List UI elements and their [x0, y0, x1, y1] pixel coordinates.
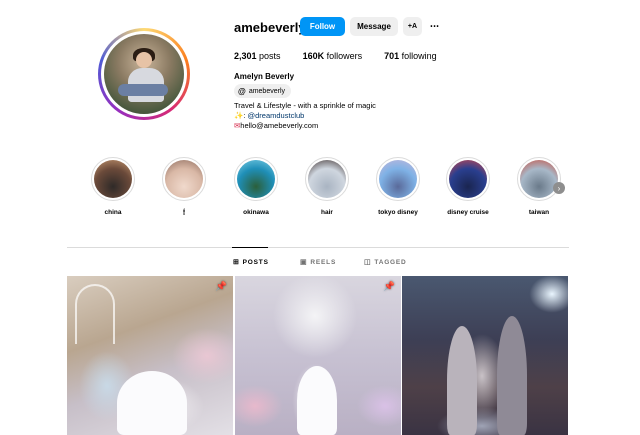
post-figure [447, 326, 477, 435]
highlight-image [237, 160, 275, 198]
posts-label: posts [259, 51, 281, 61]
highlight-item[interactable]: tokyo disney [368, 157, 428, 216]
avatar-figure-legs [118, 84, 168, 96]
highlight-cover [162, 157, 206, 201]
highlight-item[interactable]: 🕯 [154, 157, 214, 217]
profile-avatar[interactable] [98, 28, 190, 120]
sparkle-icon: ✨ [234, 111, 244, 120]
followers-stat[interactable]: 160K followers [303, 51, 363, 61]
highlight-cover [446, 157, 490, 201]
highlight-image [94, 160, 132, 198]
message-button[interactable]: Message [350, 17, 398, 36]
bio-line-2: ✨: @dreamdustclub [234, 111, 376, 121]
avatar-figure-head [136, 52, 152, 68]
following-stat[interactable]: 701 following [384, 51, 437, 61]
avatar-border [101, 31, 187, 117]
reels-icon: ▣ [300, 259, 308, 266]
highlight-label: disney cruise [447, 209, 489, 216]
bio-line-1: Travel & Lifestyle - with a sprinkle of … [234, 101, 376, 110]
highlight-label: taiwan [528, 209, 550, 216]
highlight-label: okinawa [243, 209, 269, 216]
highlight-cover [305, 157, 349, 201]
pin-icon: 📌 [215, 281, 227, 291]
following-count: 701 [384, 51, 400, 61]
profile-full-name: Amelyn Beverly [234, 72, 295, 81]
suggested-users-button[interactable]: +A [403, 17, 422, 36]
threads-badge[interactable]: @ amebeverly [234, 84, 291, 98]
post-tile[interactable]: 📌 [67, 276, 233, 435]
highlight-item[interactable]: disney cruise [438, 157, 498, 216]
post-figure [497, 316, 527, 435]
more-icon: ••• [430, 23, 440, 30]
profile-bio: Travel & Lifestyle - with a sprinkle of … [234, 101, 376, 131]
profile-username: amebeverly [234, 20, 306, 35]
active-tab-indicator [232, 247, 268, 248]
highlight-item[interactable]: hair [297, 157, 357, 216]
highlight-image [449, 160, 487, 198]
tab-posts[interactable]: ⊞ POSTS [233, 258, 269, 267]
following-label: following [401, 51, 437, 61]
tagged-icon: ◫ [364, 259, 372, 266]
highlight-image [379, 160, 417, 198]
highlights-next-button[interactable]: › [553, 182, 565, 194]
followers-label: followers [326, 51, 363, 61]
threads-icon: @ [238, 86, 246, 96]
tab-reels-label: REELS [310, 258, 337, 266]
chevron-right-icon: › [557, 183, 561, 193]
post-figure [297, 366, 337, 435]
post-figure [117, 371, 187, 435]
follow-button[interactable]: Follow [300, 17, 345, 36]
post-tile[interactable]: 📌 [235, 276, 401, 435]
highlight-cover [517, 157, 561, 201]
pin-icon: 📌 [383, 281, 395, 291]
highlight-label: 🕯 [183, 209, 185, 216]
tabs-divider [67, 247, 569, 248]
avatar-photo [104, 34, 184, 114]
posts-stat: 2,301 posts [234, 51, 281, 61]
profile-stats: 2,301 posts 160K followers 701 following [234, 51, 437, 61]
tab-reels[interactable]: ▣ REELS [300, 258, 337, 267]
highlight-cover [376, 157, 420, 201]
threads-handle: amebeverly [248, 87, 285, 95]
highlight-image [520, 160, 558, 198]
bio-line-3: ✉hello@amebeverly.com [234, 121, 376, 131]
highlight-image [165, 160, 203, 198]
followers-count: 160K [302, 51, 325, 61]
tab-tagged[interactable]: ◫ TAGGED [364, 258, 407, 267]
posts-count: 2,301 [234, 51, 257, 61]
highlight-label: tokyo disney [378, 209, 418, 216]
highlight-label: china [104, 209, 122, 216]
highlight-item[interactable]: china [83, 157, 143, 216]
highlight-label: hair [321, 209, 333, 216]
highlight-cover [91, 157, 135, 201]
post-tile[interactable] [402, 276, 568, 435]
bio-mention-link[interactable]: @dreamdustclub [248, 111, 305, 120]
bio-email: hello@amebeverly.com [240, 121, 319, 130]
more-options-button[interactable]: ••• [427, 17, 443, 36]
tab-tagged-label: TAGGED [374, 258, 407, 266]
add-user-icon: +A [407, 23, 418, 30]
tab-posts-label: POSTS [242, 258, 269, 266]
post-decor-arch [75, 284, 115, 344]
highlight-cover [234, 157, 278, 201]
highlight-item[interactable]: okinawa [226, 157, 286, 216]
highlight-image [308, 160, 346, 198]
grid-icon: ⊞ [233, 259, 240, 266]
